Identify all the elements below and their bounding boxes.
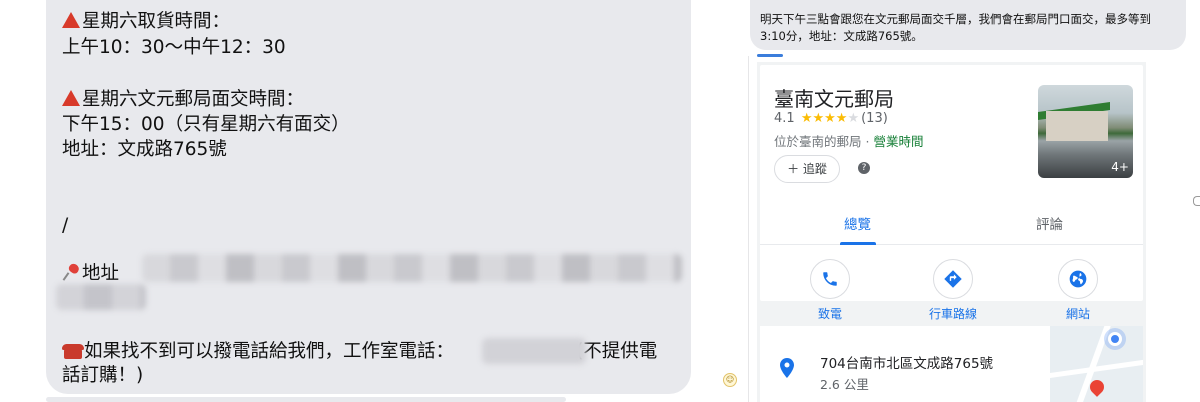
rating-row: 4.1 ★★★★★ (13)	[774, 111, 888, 126]
follow-label: 追蹤	[802, 162, 827, 176]
message-line: 地址	[62, 262, 119, 286]
plus-icon: ＋	[787, 162, 800, 176]
category-row: 位於臺南的郵局 · 營業時間	[774, 131, 923, 150]
location-pin-icon	[780, 358, 794, 382]
place-category: 位於臺南的郵局	[774, 134, 862, 149]
phone-icon	[810, 259, 850, 299]
review-count: (13)	[861, 111, 888, 126]
telephone-icon	[62, 343, 84, 359]
distance-text: 2.6 公里	[820, 377, 869, 392]
hours-link[interactable]: 營業時間	[873, 134, 923, 149]
pushpin-icon	[62, 263, 82, 281]
directions-icon	[933, 259, 973, 299]
red-triangle-icon	[62, 90, 80, 106]
share-icon[interactable]	[1193, 196, 1200, 206]
redacted-address	[142, 254, 682, 282]
maps-screenshot[interactable]: 臺南文元郵局 4.1 ★★★★★ (13) 位於臺南的郵局 · 營業時間 ＋ 追蹤…	[757, 62, 1146, 402]
call-button[interactable]: 致電	[790, 259, 870, 322]
place-card: 臺南文元郵局 4.1 ★★★★★ (13) 位於臺南的郵局 · 營業時間 ＋ 追蹤…	[760, 65, 1143, 321]
chat-bubble-reply: 明天下午三點會跟您在文元郵局面交千層，我們會在郵局門口面交，最多等到3:10分，…	[750, 0, 1186, 50]
place-name: 臺南文元郵局	[774, 87, 894, 111]
message-line: 星期六取貨時間：	[62, 10, 230, 34]
photo-building	[1046, 111, 1108, 141]
reaction-icon[interactable]: ☺	[723, 373, 737, 387]
tab-bar: 總覽 評論	[760, 205, 1143, 245]
meetup-time-heading: 星期六文元郵局面交時間：	[82, 89, 305, 110]
star-rating-icon: ★★★★★	[800, 111, 860, 126]
chat-bubble-incoming: 星期六取貨時間： 上午10：30～中午12：30 星期六文元郵局面交時間： 下午…	[46, 0, 691, 394]
phone-note-line2: 話訂購！)	[62, 365, 144, 386]
message-line: 星期六文元郵局面交時間：	[62, 88, 304, 112]
dot-separator: ·	[865, 134, 870, 149]
next-bubble-edge	[46, 397, 566, 402]
globe-icon	[1058, 259, 1098, 299]
read-indicator	[757, 54, 783, 57]
separator-slash: /	[62, 215, 69, 236]
phone-suffix-text: (不提供電	[576, 341, 658, 362]
reply-text: 明天下午三點會跟您在文元郵局面交千層，我們會在郵局門口面交，最多等到3:10分，…	[760, 12, 1151, 43]
help-icon[interactable]: ?	[858, 162, 870, 174]
redacted-address	[56, 284, 146, 310]
follow-button[interactable]: ＋ 追蹤	[774, 155, 840, 183]
tab-reviews[interactable]: 評論	[1036, 213, 1063, 233]
action-row: 致電 行車路線 網站	[760, 245, 1143, 325]
photo-count: 4+	[1111, 160, 1129, 174]
address-text: 704台南市北區文成路765號	[820, 356, 994, 372]
address-label: 地址	[82, 263, 120, 284]
address-row[interactable]: 704台南市北區文成路765號 2.6 公里	[760, 326, 1143, 402]
current-location-icon	[1108, 332, 1122, 346]
redacted-phone	[482, 338, 586, 364]
place-photo[interactable]: 4+	[1038, 85, 1133, 178]
directions-button[interactable]: 行車路線	[913, 259, 993, 322]
address-line: 地址：文成路765號	[62, 139, 227, 160]
directions-label: 行車路線	[928, 307, 977, 321]
website-button[interactable]: 網站	[1038, 259, 1118, 322]
tab-overview[interactable]: 總覽	[844, 213, 871, 233]
meetup-time-value: 下午15：00（只有星期六有面交）	[62, 114, 350, 135]
mini-map[interactable]	[1050, 326, 1143, 402]
website-label: 網站	[1065, 307, 1090, 321]
rating-value: 4.1	[774, 111, 795, 126]
phone-prefix-text: 如果找不到可以撥電話給我們，工作室電話：	[84, 341, 455, 362]
red-triangle-icon	[62, 12, 80, 28]
pickup-time-value: 上午10：30～中午12：30	[62, 37, 286, 58]
pickup-time-heading: 星期六取貨時間：	[82, 11, 231, 32]
divider	[748, 56, 749, 402]
call-label: 致電	[817, 307, 842, 321]
